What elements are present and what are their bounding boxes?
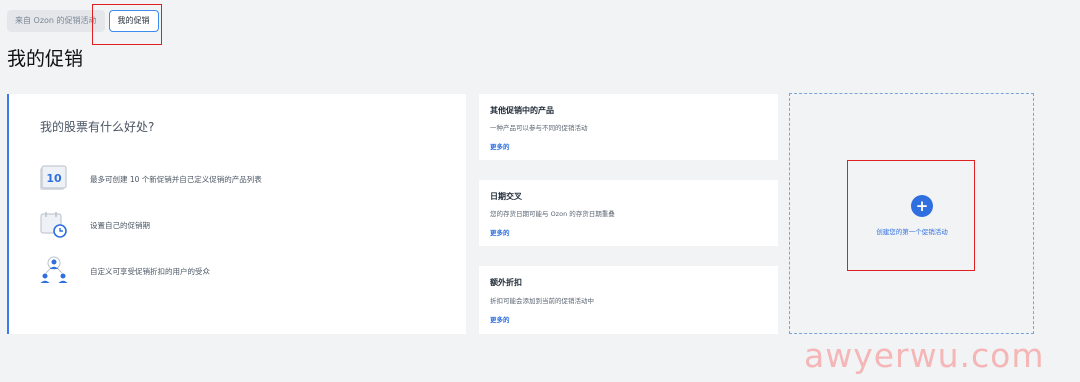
info-card-desc: 折扣可能会添加到当前的促销活动中: [490, 297, 594, 305]
calendar-clock-icon: [39, 210, 69, 240]
benefit-text: 设置自己的促销期: [90, 220, 150, 230]
benefit-row-audience: 自定义可享受促销折扣的用户的受众: [39, 256, 210, 286]
calendar-number: 10: [46, 172, 62, 185]
info-card-extra-discount: 额外折扣 折扣可能会添加到当前的促销活动中 更多的: [479, 266, 778, 334]
info-card-desc: 您的存货日期可能与 Ozon 的存货日期重叠: [490, 210, 615, 218]
benefit-row-period: 设置自己的促销期: [39, 210, 150, 240]
info-card-title: 额外折扣: [490, 278, 522, 287]
audience-icon: [39, 256, 69, 286]
benefit-row-promotions: 10 最多可创建 10 个新促销并自己定义促销的产品列表: [39, 164, 262, 194]
benefits-title: 我的股票有什么好处?: [40, 120, 155, 134]
info-card-other-promotions: 其他促销中的产品 一种产品可以参与不同的促销活动 更多的: [479, 94, 778, 160]
more-link[interactable]: 更多的: [490, 314, 510, 324]
page-title: 我的促销: [7, 48, 84, 70]
benefit-text: 自定义可享受促销折扣的用户的受众: [90, 266, 210, 276]
benefit-text: 最多可创建 10 个新促销并自己定义促销的产品列表: [90, 174, 262, 184]
info-card-date-overlap: 日期交叉 您的存货日期可能与 Ozon 的存货日期重叠 更多的: [479, 180, 778, 246]
info-card-desc: 一种产品可以参与不同的促销活动: [490, 124, 588, 132]
watermark: awyerwu.com: [804, 336, 1045, 375]
more-link[interactable]: 更多的: [490, 141, 510, 151]
highlight-box-create: [847, 160, 975, 271]
benefits-card: 我的股票有什么好处? 10 最多可创建 10 个新促销并自己定义促销的产品列表 …: [7, 94, 466, 334]
calendar-10-icon: 10: [39, 164, 69, 194]
tab-ozon-promotions[interactable]: 来自 Ozon 的促销活动: [7, 10, 105, 32]
info-card-title: 其他促销中的产品: [490, 106, 554, 115]
highlight-box-tab: [92, 4, 162, 45]
more-link[interactable]: 更多的: [490, 227, 510, 237]
info-card-title: 日期交叉: [490, 192, 522, 201]
